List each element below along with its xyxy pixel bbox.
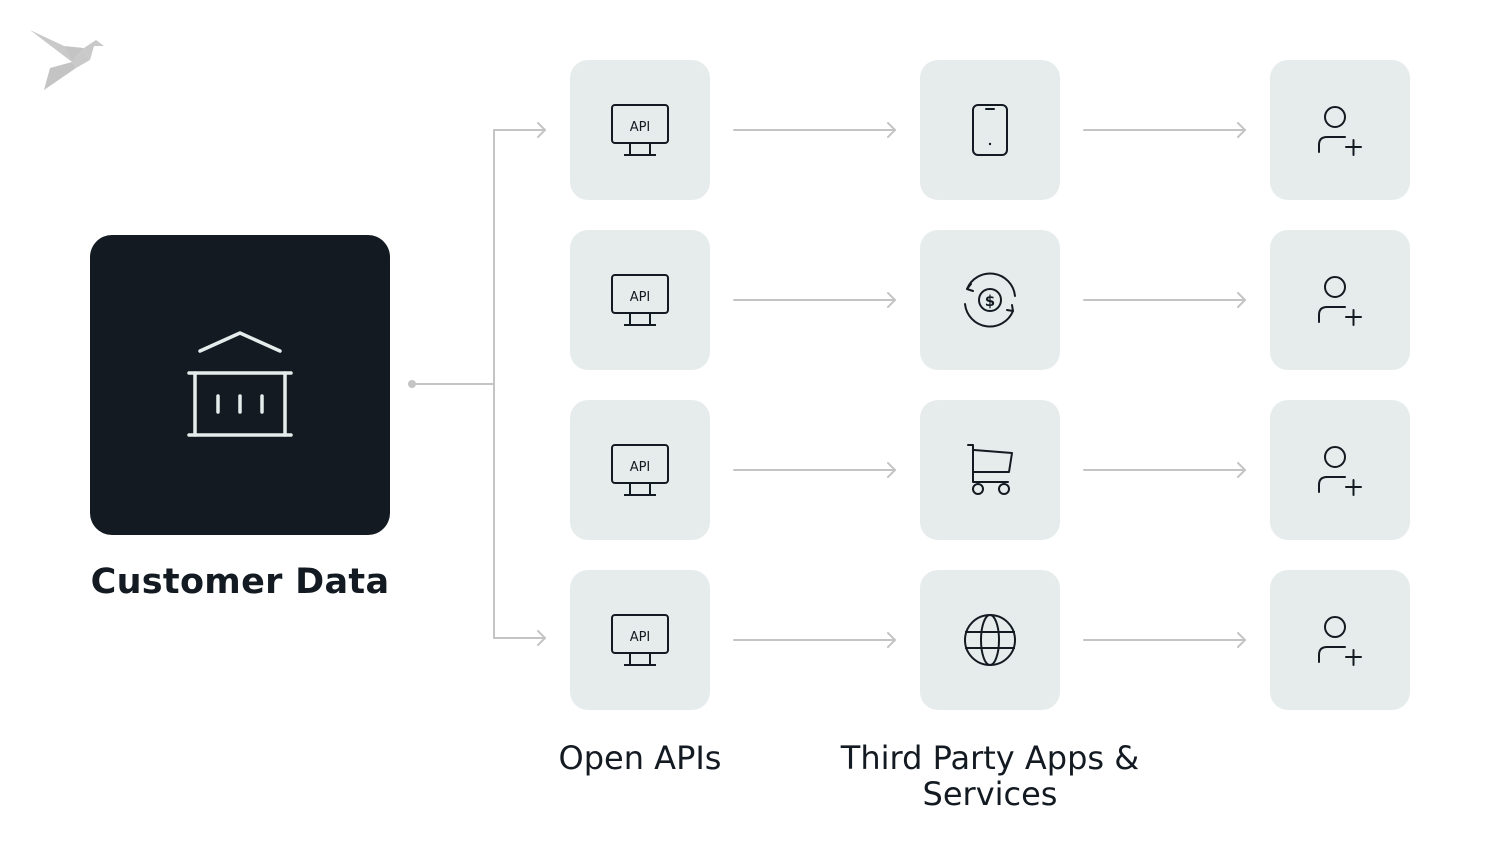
tile-row-3-user	[1270, 400, 1410, 540]
svg-text:API: API	[630, 120, 651, 135]
tile-row-3-api: API	[570, 400, 710, 540]
bank-icon	[187, 331, 293, 437]
currency-exchange-icon: $	[964, 272, 1016, 328]
api-monitor-icon: API	[611, 274, 669, 326]
column-label-open-apis: Open APIs	[558, 739, 722, 777]
arrow-row-3-api-to-service	[733, 462, 896, 478]
arrow-row-4-api-to-service	[733, 632, 896, 648]
arrow-row-2-service-to-user	[1083, 292, 1246, 308]
customer-data-box	[90, 235, 390, 535]
arrow-row-1-service-to-user	[1083, 122, 1246, 138]
customer-data-label: Customer Data	[90, 562, 390, 602]
shopping-cart-icon	[967, 444, 1013, 495]
globe-icon	[964, 614, 1016, 666]
api-monitor-icon: API	[611, 614, 669, 666]
add-user-icon	[1318, 616, 1362, 666]
arrow-row-1-api-to-service	[733, 122, 896, 138]
api-monitor-icon: API	[611, 104, 669, 156]
tile-row-2-api: API	[570, 230, 710, 370]
tile-row-3-service	[920, 400, 1060, 540]
connector-branch-row-1	[493, 122, 546, 138]
connector-branch-row-4	[493, 630, 546, 646]
tile-row-4-api: API	[570, 570, 710, 710]
column-label-third-party: Third Party Apps & Services	[840, 739, 1140, 813]
arrow-row-4-service-to-user	[1083, 632, 1246, 648]
add-user-icon	[1318, 446, 1362, 496]
svg-text:API: API	[630, 460, 651, 475]
tile-row-1-user	[1270, 60, 1410, 200]
tile-row-4-user	[1270, 570, 1410, 710]
tile-row-1-service	[920, 60, 1060, 200]
tile-row-2-service: $	[920, 230, 1060, 370]
svg-text:API: API	[630, 630, 651, 645]
smartphone-icon	[972, 104, 1008, 156]
tile-row-2-user	[1270, 230, 1410, 370]
svg-text:$: $	[985, 292, 995, 310]
svg-text:API: API	[630, 290, 651, 305]
arrow-row-3-service-to-user	[1083, 462, 1246, 478]
api-monitor-icon: API	[611, 444, 669, 496]
add-user-icon	[1318, 276, 1362, 326]
tile-row-4-service	[920, 570, 1060, 710]
tile-row-1-api: API	[570, 60, 710, 200]
add-user-icon	[1318, 106, 1362, 156]
arrow-row-2-api-to-service	[733, 292, 896, 308]
